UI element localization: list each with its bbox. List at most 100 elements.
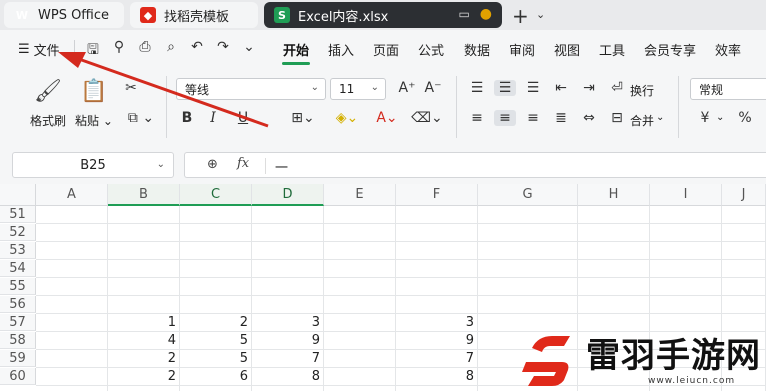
- distributed-icon[interactable]: ⇔: [578, 110, 600, 126]
- cell-c60[interactable]: 6: [180, 368, 252, 385]
- print-preview-icon[interactable]: ⌕: [162, 39, 180, 55]
- fill-color-icon[interactable]: ◈⌄: [330, 110, 364, 126]
- cell-d56[interactable]: [252, 296, 324, 313]
- cell-f52[interactable]: [396, 224, 478, 241]
- select-all-corner[interactable]: [0, 184, 36, 206]
- cell-b56[interactable]: [108, 296, 180, 313]
- row-header[interactable]: 54: [0, 260, 36, 277]
- cell-d60[interactable]: 8: [252, 368, 324, 385]
- italic-button[interactable]: I: [202, 110, 224, 126]
- align-middle-icon[interactable]: ☰: [494, 80, 516, 96]
- wrap-text-label[interactable]: 换行: [630, 82, 654, 99]
- cell-b55[interactable]: [108, 278, 180, 295]
- cell-f60[interactable]: 8: [396, 368, 478, 385]
- menu-item-page[interactable]: 页面: [373, 40, 399, 59]
- menu-item-formula[interactable]: 公式: [418, 40, 444, 59]
- column-header-j[interactable]: J: [722, 184, 766, 206]
- cell-f59[interactable]: 7: [396, 350, 478, 367]
- row-header[interactable]: 59: [0, 350, 36, 367]
- align-left-icon[interactable]: ≡: [466, 110, 488, 126]
- underline-button[interactable]: U: [232, 110, 254, 126]
- cell-c59[interactable]: 5: [180, 350, 252, 367]
- menu-item-data[interactable]: 数据: [464, 40, 490, 59]
- monitor-icon[interactable]: ▭: [458, 7, 469, 21]
- cell-f56[interactable]: [396, 296, 478, 313]
- fx-icon[interactable]: fx: [237, 156, 249, 171]
- redo-icon[interactable]: ↷: [214, 39, 232, 55]
- cell-b60[interactable]: 2: [108, 368, 180, 385]
- align-right-icon[interactable]: ≡: [522, 110, 544, 126]
- currency-button[interactable]: ¥: [694, 110, 716, 126]
- cell-c52[interactable]: [180, 224, 252, 241]
- paste-button[interactable]: 📋 粘贴 ⌄: [72, 78, 116, 129]
- name-box[interactable]: B25 ⌄: [12, 152, 174, 178]
- cell-b53[interactable]: [108, 242, 180, 259]
- chevron-down-icon[interactable]: ⌄: [536, 8, 545, 21]
- cell-c51[interactable]: [180, 206, 252, 223]
- merge-icon[interactable]: ⊟: [606, 110, 628, 126]
- cell-c53[interactable]: [180, 242, 252, 259]
- row-header[interactable]: 53: [0, 242, 36, 259]
- wrap-text-icon[interactable]: ⏎: [606, 80, 628, 96]
- column-header-f[interactable]: F: [396, 184, 478, 206]
- cell-d59[interactable]: 7: [252, 350, 324, 367]
- column-header-a[interactable]: A: [36, 184, 108, 206]
- tab-excel-file[interactable]: S Excel内容.xlsx ▭ ●: [264, 2, 502, 28]
- cell-d51[interactable]: [252, 206, 324, 223]
- menu-item-review[interactable]: 审阅: [509, 40, 535, 59]
- percent-button[interactable]: %: [734, 110, 756, 126]
- column-header-i[interactable]: I: [650, 184, 722, 206]
- increase-font-icon[interactable]: A⁺: [396, 80, 418, 96]
- column-header-e[interactable]: E: [324, 184, 396, 206]
- cell-f57[interactable]: 3: [396, 314, 478, 331]
- justify-icon[interactable]: ≣: [550, 110, 572, 126]
- cell-b51[interactable]: [108, 206, 180, 223]
- column-header-d[interactable]: D: [252, 184, 324, 206]
- row-header[interactable]: 57: [0, 314, 36, 331]
- menu-item-home[interactable]: 开始: [283, 40, 309, 59]
- font-name-select[interactable]: 等线 ⌄: [176, 78, 326, 100]
- decrease-font-icon[interactable]: A⁻: [422, 80, 444, 96]
- formula-input[interactable]: ⊕ fx 一: [184, 152, 766, 178]
- cell-c56[interactable]: [180, 296, 252, 313]
- copy-icon[interactable]: ⧉ ⌄: [124, 110, 158, 126]
- cell-f58[interactable]: 9: [396, 332, 478, 349]
- menu-item-tools[interactable]: 工具: [599, 40, 625, 59]
- row-header[interactable]: 51: [0, 206, 36, 223]
- row-header[interactable]: 58: [0, 332, 36, 349]
- row-header[interactable]: 52: [0, 224, 36, 241]
- align-bottom-icon[interactable]: ☰: [522, 80, 544, 96]
- cell-b57[interactable]: 1: [108, 314, 180, 331]
- print-icon[interactable]: ⎙: [136, 39, 154, 55]
- font-size-select[interactable]: 11 ⌄: [330, 78, 386, 100]
- menu-item-efficiency[interactable]: 效率: [715, 40, 741, 59]
- cell-f55[interactable]: [396, 278, 478, 295]
- cell-b58[interactable]: 4: [108, 332, 180, 349]
- cell-d53[interactable]: [252, 242, 324, 259]
- cell-c55[interactable]: [180, 278, 252, 295]
- number-format-select[interactable]: 常规: [690, 78, 766, 100]
- cell-d58[interactable]: 9: [252, 332, 324, 349]
- merge-label[interactable]: 合并: [630, 112, 654, 129]
- save-icon[interactable]: 🖫: [84, 39, 102, 63]
- cell-c57[interactable]: 2: [180, 314, 252, 331]
- undo-icon[interactable]: ↶: [188, 39, 206, 55]
- cell-b54[interactable]: [108, 260, 180, 277]
- column-header-b[interactable]: B: [108, 184, 180, 206]
- row-header[interactable]: 55: [0, 278, 36, 295]
- row-header[interactable]: 60: [0, 368, 36, 385]
- tab-wps-office[interactable]: W WPS Office: [4, 2, 124, 28]
- column-header-g[interactable]: G: [478, 184, 578, 206]
- cell-f54[interactable]: [396, 260, 478, 277]
- format-painter-button[interactable]: 🖌 格式刷: [26, 78, 70, 129]
- clear-format-icon[interactable]: ⌫⌄: [410, 110, 444, 126]
- cell-b59[interactable]: 2: [108, 350, 180, 367]
- chevron-down-icon[interactable]: ⌄: [240, 39, 258, 55]
- chevron-down-icon[interactable]: ⌄: [656, 112, 664, 123]
- chevron-down-icon[interactable]: ⌄: [716, 112, 724, 123]
- zoom-search-icon[interactable]: ⊕: [207, 157, 218, 172]
- cut-icon[interactable]: ✂: [120, 80, 142, 96]
- cell-d55[interactable]: [252, 278, 324, 295]
- cell-d57[interactable]: 3: [252, 314, 324, 331]
- cell-d54[interactable]: [252, 260, 324, 277]
